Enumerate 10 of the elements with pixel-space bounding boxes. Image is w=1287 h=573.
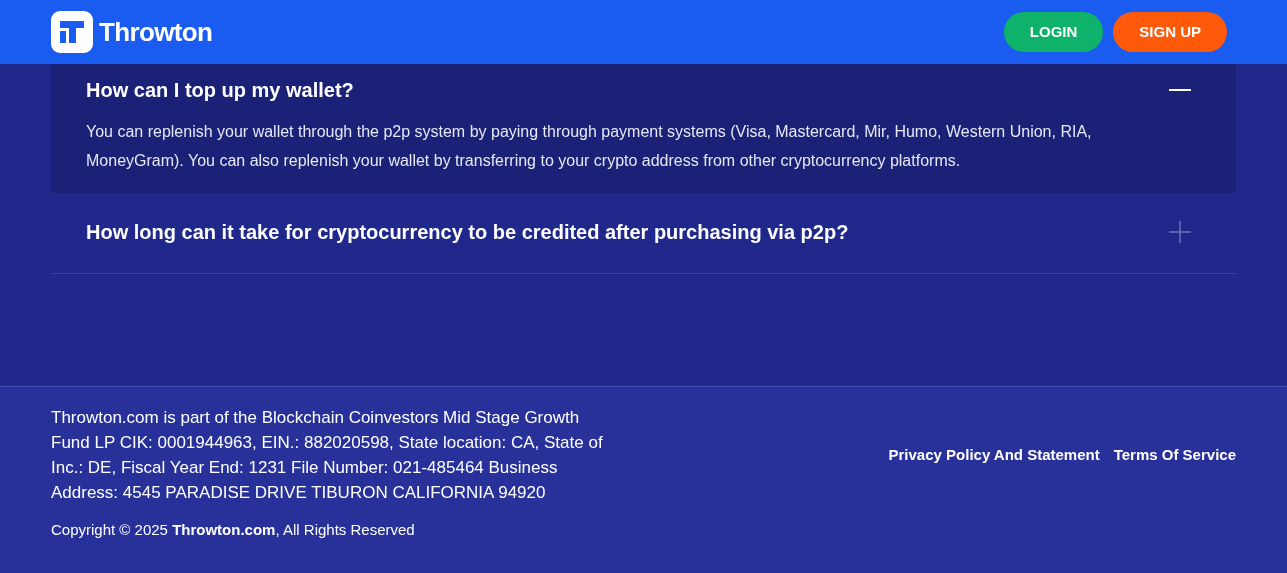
company-info: Throwton.com is part of the Blockchain Coinvestors Mid Stage Growth Fund LP CIK: 0001944963, EIN.: 882020598, State location: CA, State of Inc.: DE, Fiscal Year End: 1231 File Number: 021-485464 Business Address: 4545 PARADISE DRIVE TIBURON CALIFORNIA 94920 (51, 407, 604, 504)
brand-name: Throwton (99, 15, 213, 49)
footer-link[interactable]: Terms Of Service (1113, 443, 1236, 467)
faq-question[interactable]: How long can it take for cryptocurrency to be credited after purchasing via p2p? (86, 217, 849, 247)
plus-icon[interactable] (1169, 221, 1191, 243)
logo-icon (51, 11, 93, 53)
faq-answer: You can replenish your wallet through the p2p system by paying through payment systems (Visa, Mastercard, Mir, Humo, Western Union, RIA, MoneyGram). You can also replenish your wallet by transferring to your crypto address from other cryptocurrency platforms. (86, 122, 1093, 171)
footer-link[interactable]: Privacy Policy And Statement (888, 443, 1100, 467)
copyright-text: Copyright © 2025 Throwton.com, All Rights Reserved (51, 520, 416, 540)
faq-question[interactable]: How can I top up my wallet? (86, 75, 354, 105)
